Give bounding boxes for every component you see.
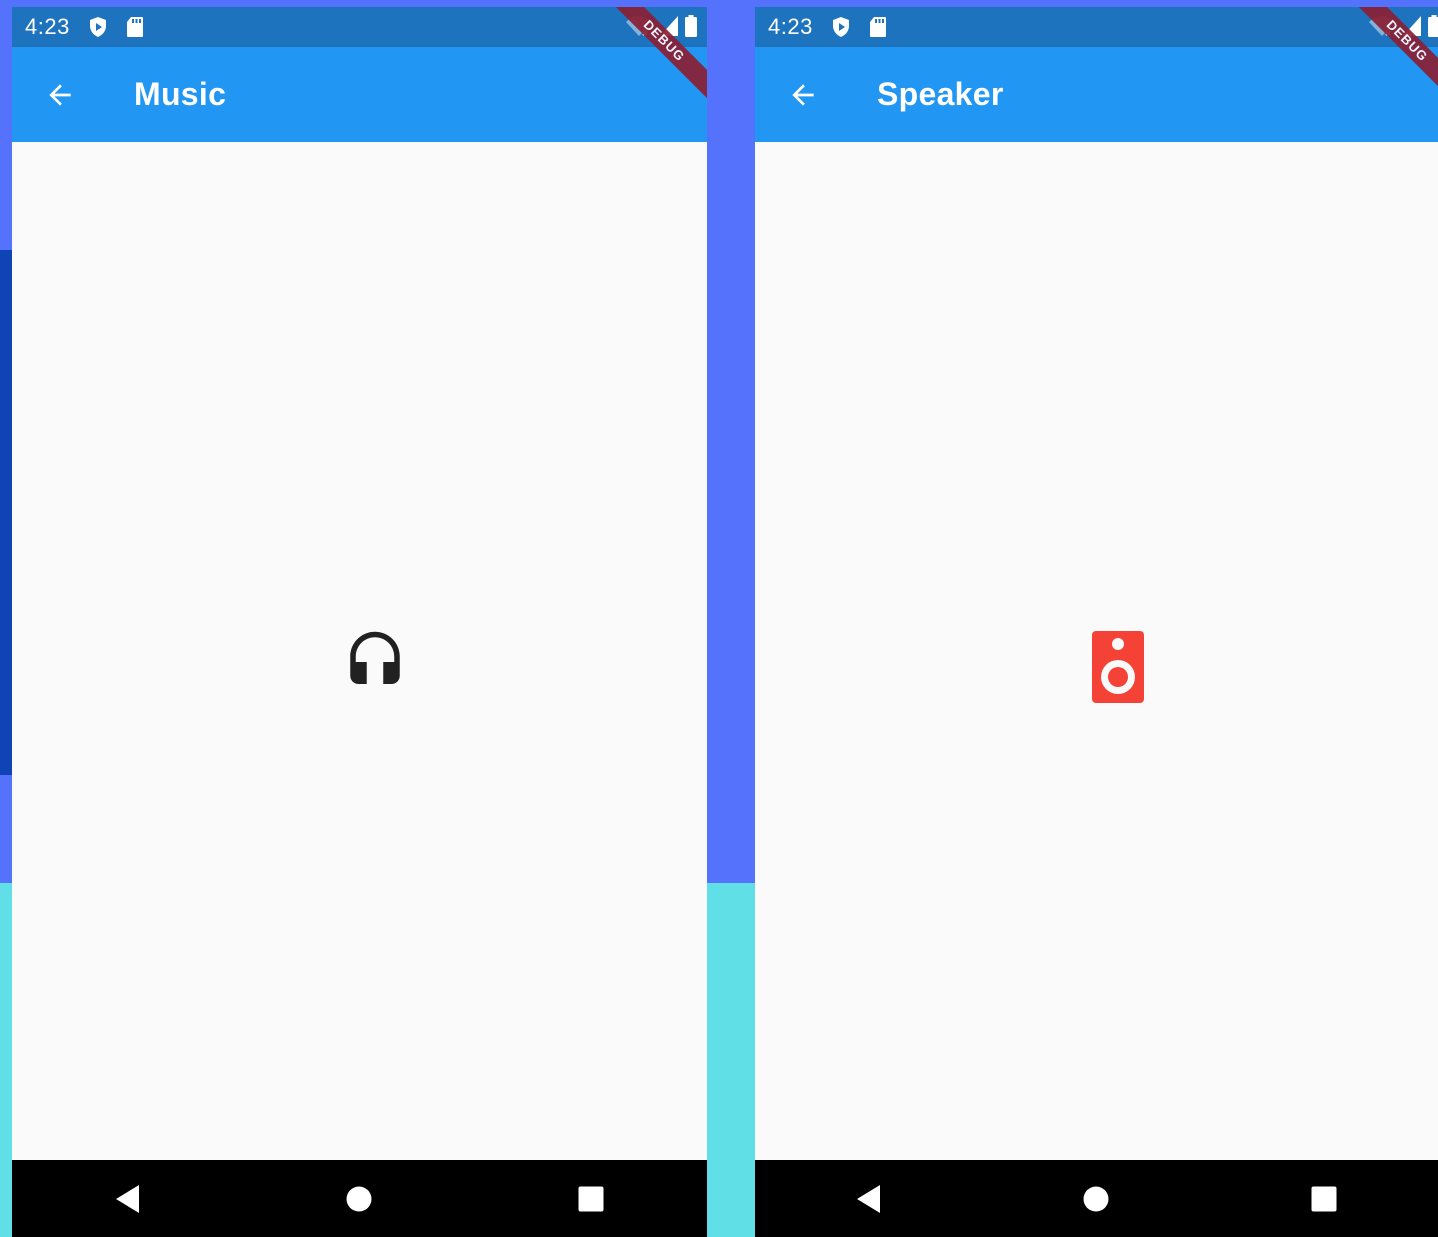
nav-home-button[interactable] xyxy=(319,1169,399,1229)
nav-recents-button[interactable] xyxy=(1284,1169,1364,1229)
sd-card-icon xyxy=(869,16,887,38)
navigation-bar xyxy=(12,1160,707,1237)
recents-square-icon xyxy=(578,1186,604,1211)
navigation-bar xyxy=(755,1160,1438,1237)
battery-icon xyxy=(1428,15,1438,42)
status-time: 4:23 xyxy=(768,14,813,39)
home-circle-icon xyxy=(1083,1186,1109,1211)
status-bar: 4:23 xyxy=(12,7,707,47)
back-button[interactable] xyxy=(785,77,821,113)
nav-back-button[interactable] xyxy=(829,1169,909,1229)
phone-screen-speaker: 4:23 Speaker DEBUG xyxy=(755,7,1438,1237)
nav-home-button[interactable] xyxy=(1056,1169,1136,1229)
content-area xyxy=(755,142,1438,1160)
shield-play-icon xyxy=(88,16,108,38)
back-triangle-icon xyxy=(115,1184,139,1213)
back-triangle-icon xyxy=(856,1184,880,1213)
status-time: 4:23 xyxy=(25,14,70,39)
background-decor-shape xyxy=(0,250,12,775)
arrow-back-icon xyxy=(49,84,71,106)
arrow-back-icon xyxy=(792,84,814,106)
back-button[interactable] xyxy=(42,77,78,113)
sd-card-icon xyxy=(126,16,144,38)
recents-square-icon xyxy=(1311,1186,1337,1211)
battery-icon xyxy=(685,15,697,42)
page-title: Music xyxy=(134,76,227,112)
shield-play-icon xyxy=(831,16,851,38)
phone-screen-music: 4:23 Music DEBUG xyxy=(12,7,707,1237)
nav-back-button[interactable] xyxy=(88,1169,168,1229)
status-bar: 4:23 xyxy=(755,7,1438,47)
content-area xyxy=(12,142,707,1160)
app-bar: Speaker xyxy=(755,47,1438,142)
home-circle-icon xyxy=(346,1186,372,1211)
headset-icon xyxy=(350,631,400,684)
page-title: Speaker xyxy=(877,76,1004,112)
nav-recents-button[interactable] xyxy=(551,1169,631,1229)
app-bar: Music xyxy=(12,47,707,142)
speaker-icon xyxy=(1092,631,1144,703)
